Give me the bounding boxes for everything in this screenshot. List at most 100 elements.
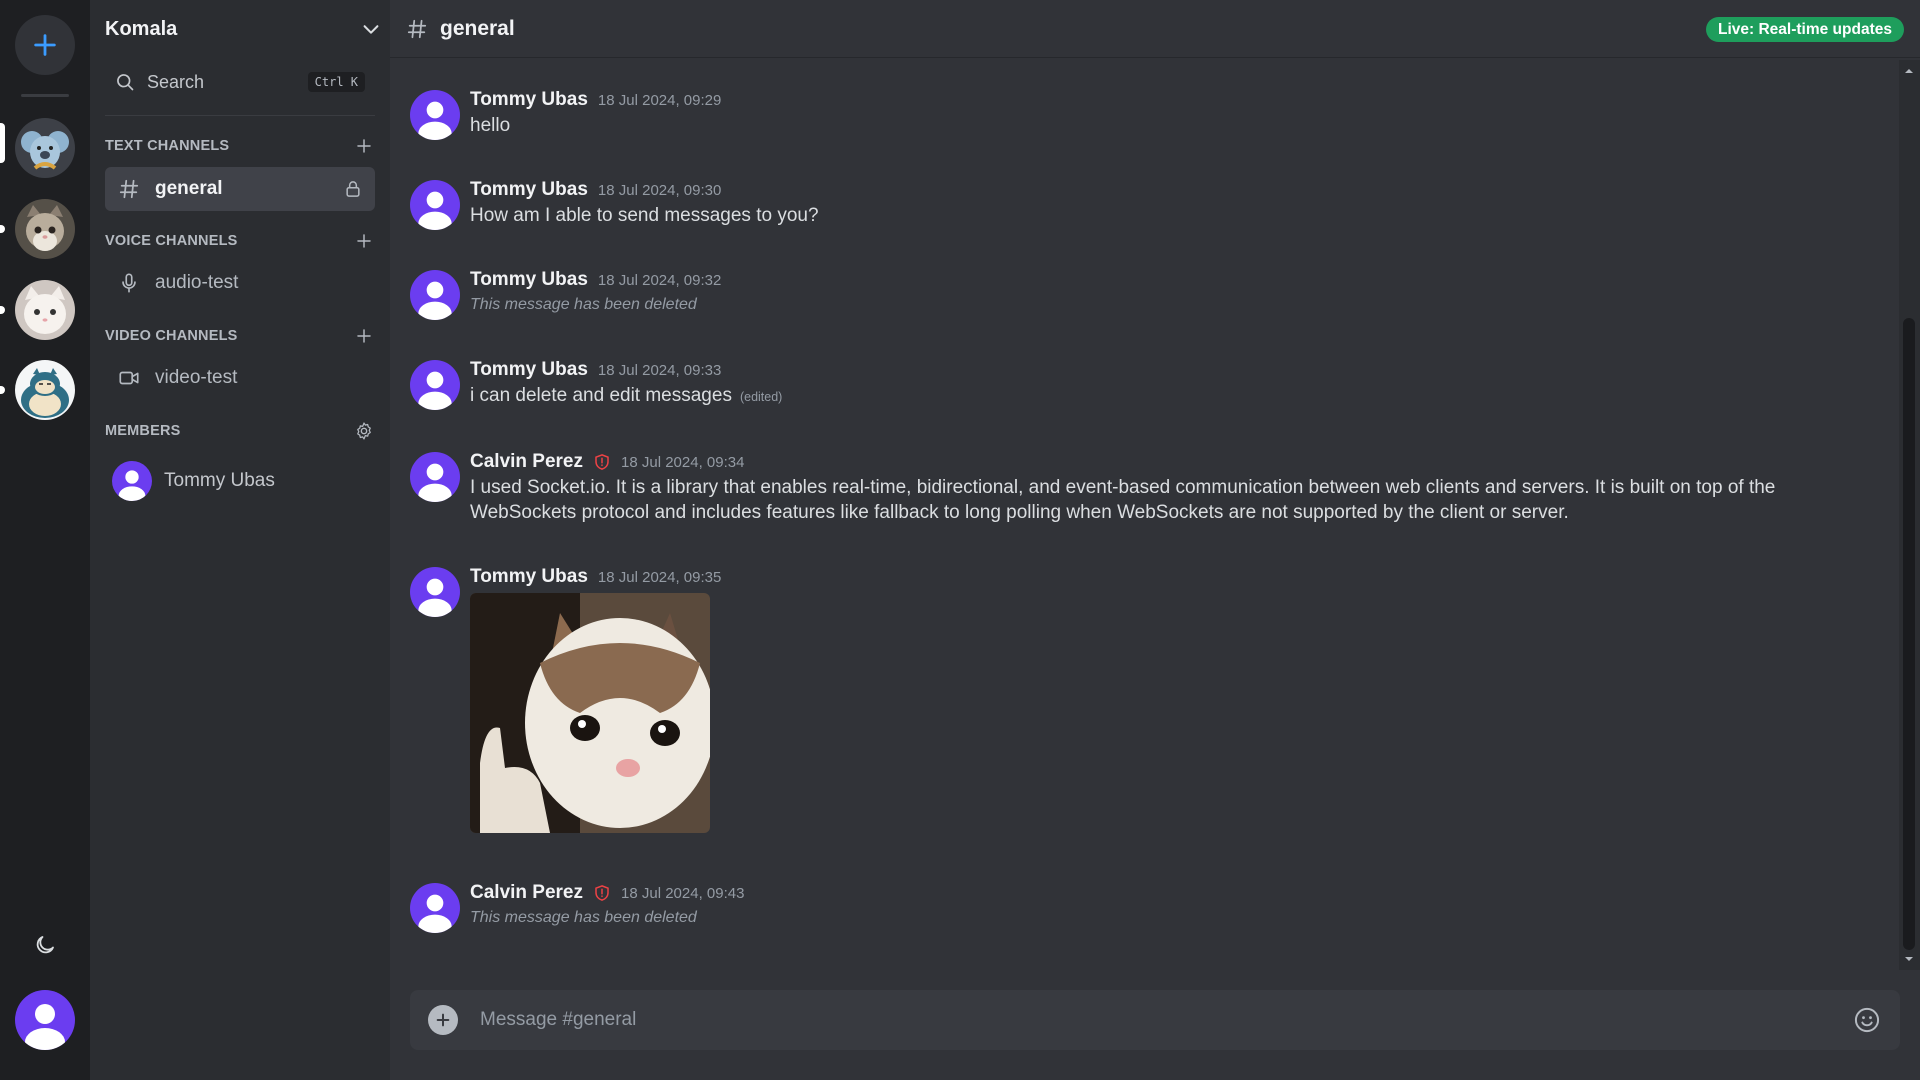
snorlax-server-icon bbox=[15, 360, 75, 420]
message-image-attachment[interactable] bbox=[470, 593, 710, 833]
channel-sidebar: Komala Search Ctrl K TEXT CHANNELS gener… bbox=[90, 0, 390, 1080]
message-author[interactable]: Tommy Ubas bbox=[470, 89, 588, 111]
hash-icon bbox=[406, 17, 430, 41]
message-text: I used Socket.io. It is a library that e… bbox=[470, 477, 1776, 523]
message-author[interactable]: Tommy Ubas bbox=[470, 179, 588, 201]
plus-icon bbox=[357, 234, 371, 248]
channel-header: general Live: Real-time updates bbox=[390, 0, 1920, 58]
user-avatar-icon bbox=[25, 1004, 65, 1050]
deleted-message-notice: This message has been deleted bbox=[470, 909, 697, 926]
message-text: i can delete and edit messages bbox=[470, 385, 732, 406]
channel-video-test[interactable]: video-test bbox=[105, 356, 375, 400]
server-name: Komala bbox=[105, 17, 178, 40]
unread-indicator bbox=[0, 306, 5, 314]
attach-button[interactable] bbox=[428, 1005, 458, 1035]
scrollbar-thumb[interactable] bbox=[1903, 318, 1915, 950]
search-label: Search bbox=[147, 71, 205, 92]
members-title: MEMBERS bbox=[105, 423, 181, 439]
plus-icon bbox=[357, 139, 371, 153]
voice-channels-title: VOICE CHANNELS bbox=[105, 233, 238, 249]
video-camera-icon bbox=[117, 366, 141, 390]
message-list: Tommy Ubas 18 Jul 2024, 09:29 hello Tomm… bbox=[390, 58, 1900, 968]
moderator-shield-icon bbox=[593, 452, 611, 472]
message-author[interactable]: Tommy Ubas bbox=[470, 269, 588, 291]
video-channels-title: VIDEO CHANNELS bbox=[105, 328, 238, 344]
cat-server-icon bbox=[15, 199, 75, 259]
active-server-indicator bbox=[0, 123, 5, 163]
add-text-channel-button[interactable] bbox=[353, 135, 375, 157]
message-timestamp: 18 Jul 2024, 09:32 bbox=[597, 271, 722, 289]
message-text: hello bbox=[470, 115, 511, 136]
avatar[interactable] bbox=[410, 883, 460, 933]
sidebar-divider bbox=[105, 115, 375, 116]
moderator-shield-icon bbox=[593, 883, 611, 903]
message-author[interactable]: Calvin Perez bbox=[470, 882, 583, 904]
channel-label: general bbox=[155, 178, 223, 199]
message-composer bbox=[410, 990, 1900, 1050]
server-menu-button[interactable]: Komala bbox=[105, 10, 382, 48]
plus-icon bbox=[34, 34, 56, 56]
channel-audio-test[interactable]: audio-test bbox=[105, 261, 375, 305]
member-settings-button[interactable] bbox=[353, 420, 375, 442]
add-video-channel-button[interactable] bbox=[353, 325, 375, 347]
microphone-icon bbox=[117, 271, 141, 295]
rail-separator bbox=[21, 94, 69, 97]
message-timestamp: 18 Jul 2024, 09:35 bbox=[597, 568, 722, 586]
cat-thumbs-up-image bbox=[470, 593, 710, 833]
theme-toggle-button[interactable] bbox=[29, 929, 61, 961]
emoji-button[interactable] bbox=[1852, 1005, 1882, 1035]
message-input[interactable] bbox=[480, 1000, 1852, 1040]
avatar bbox=[112, 461, 152, 501]
message-timestamp: 18 Jul 2024, 09:33 bbox=[597, 361, 722, 379]
video-channels-header: VIDEO CHANNELS bbox=[105, 324, 375, 348]
channel-general[interactable]: general bbox=[105, 167, 375, 211]
message-scrollbar[interactable] bbox=[1899, 60, 1920, 970]
user-avatar-icon bbox=[118, 470, 146, 501]
server-snorlax[interactable] bbox=[15, 360, 75, 420]
smiley-icon bbox=[1854, 1007, 1880, 1033]
search-shortcut: Ctrl K bbox=[307, 72, 365, 92]
unread-indicator bbox=[0, 225, 5, 233]
message-timestamp: 18 Jul 2024, 09:34 bbox=[621, 453, 745, 471]
avatar[interactable] bbox=[410, 360, 460, 410]
scroll-down-arrow-icon[interactable] bbox=[1904, 954, 1914, 964]
gear-icon bbox=[357, 422, 371, 440]
add-voice-channel-button[interactable] bbox=[353, 230, 375, 252]
channel-label: video-test bbox=[155, 367, 238, 388]
lock-icon bbox=[346, 181, 360, 197]
members-header: MEMBERS bbox=[105, 419, 375, 443]
avatar[interactable] bbox=[410, 567, 460, 617]
chevron-down-icon bbox=[363, 25, 379, 34]
message-text: How am I able to send messages to you? bbox=[470, 205, 819, 226]
message-text-row: i can delete and edit messages (edited) bbox=[470, 383, 1850, 410]
plus-icon bbox=[436, 1013, 450, 1027]
text-channels-header: TEXT CHANNELS bbox=[105, 134, 375, 158]
current-user-avatar[interactable] bbox=[15, 990, 75, 1050]
channel-label: audio-test bbox=[155, 272, 239, 293]
member-item[interactable]: Tommy Ubas bbox=[112, 458, 374, 504]
server-komala[interactable] bbox=[15, 118, 75, 178]
avatar[interactable] bbox=[410, 90, 460, 140]
server-cat[interactable] bbox=[15, 199, 75, 259]
message-timestamp: 18 Jul 2024, 09:29 bbox=[597, 91, 722, 109]
search-button[interactable]: Search Ctrl K bbox=[105, 62, 375, 102]
scroll-up-arrow-icon[interactable] bbox=[1904, 66, 1914, 76]
message-author[interactable]: Tommy Ubas bbox=[470, 359, 588, 381]
server-rail bbox=[0, 0, 90, 1080]
unread-indicator bbox=[0, 386, 5, 394]
channel-title: general bbox=[440, 16, 515, 40]
deleted-message-notice: This message has been deleted bbox=[470, 296, 697, 313]
user-avatar-icon bbox=[418, 281, 452, 320]
voice-channels-header: VOICE CHANNELS bbox=[105, 229, 375, 253]
avatar[interactable] bbox=[410, 270, 460, 320]
message-timestamp: 18 Jul 2024, 09:30 bbox=[597, 181, 722, 199]
avatar[interactable] bbox=[410, 180, 460, 230]
avatar[interactable] bbox=[410, 452, 460, 502]
user-avatar-icon bbox=[418, 371, 452, 410]
user-avatar-icon bbox=[418, 101, 452, 140]
server-white-cat[interactable] bbox=[15, 280, 75, 340]
edited-tag: (edited) bbox=[739, 390, 783, 404]
message-author[interactable]: Tommy Ubas bbox=[470, 566, 588, 588]
add-server-button[interactable] bbox=[15, 15, 75, 75]
message-author[interactable]: Calvin Perez bbox=[470, 451, 583, 473]
